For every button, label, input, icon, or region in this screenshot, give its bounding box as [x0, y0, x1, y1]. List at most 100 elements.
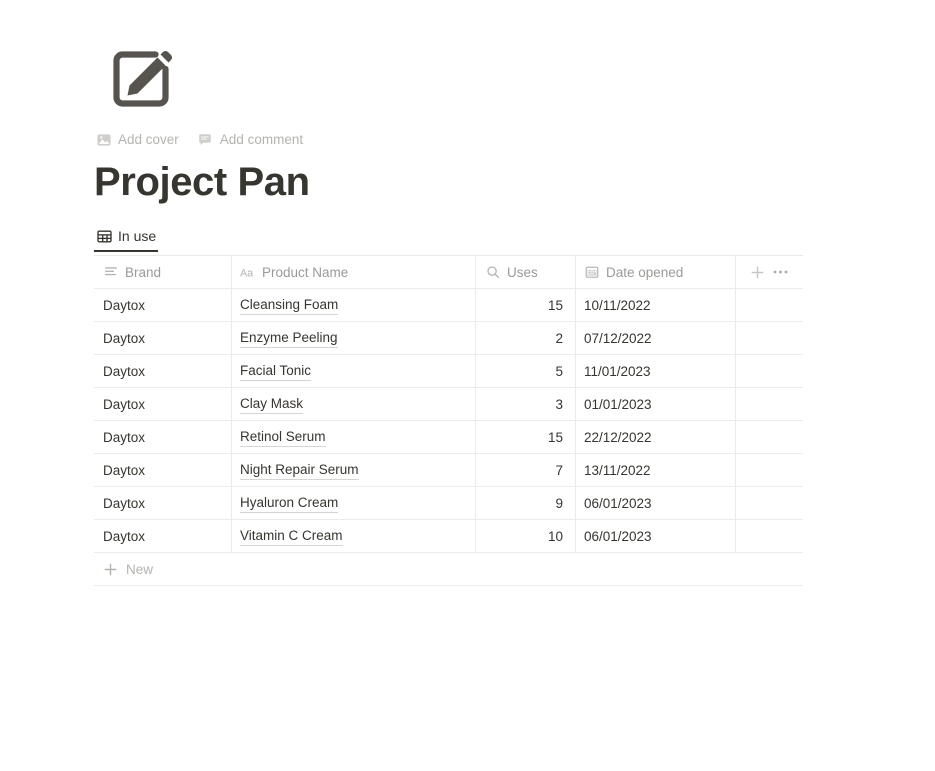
cell-product-name-link[interactable]: Clay Mask	[240, 395, 304, 414]
page-title[interactable]: Project Pan	[94, 158, 310, 206]
cell-product-name-link[interactable]: Hyaluron Cream	[240, 494, 339, 513]
cell-row-actions[interactable]	[736, 454, 803, 486]
cell-row-actions[interactable]	[736, 388, 803, 420]
cell-brand[interactable]: Daytox	[94, 289, 232, 321]
add-cover-button[interactable]: Add cover	[96, 130, 179, 150]
magnifier-icon	[485, 265, 500, 280]
add-column-button[interactable]	[749, 264, 765, 280]
plus-icon	[103, 562, 118, 577]
column-header-date-opened[interactable]: Date opened	[576, 256, 736, 288]
table-row[interactable]: Daytox Facial Tonic 5 11/01/2023	[94, 355, 803, 388]
cell-uses[interactable]: 10	[476, 520, 576, 552]
cell-product-name[interactable]: Vitamin C Cream	[232, 520, 476, 552]
table-row[interactable]: Daytox Vitamin C Cream 10 06/01/2023	[94, 520, 803, 553]
column-header-date-opened-label: Date opened	[606, 264, 684, 280]
ellipsis-icon[interactable]	[772, 264, 788, 280]
cell-brand-text: Daytox	[103, 363, 146, 379]
cell-row-actions[interactable]	[736, 289, 803, 321]
cell-brand-text: Daytox	[103, 297, 146, 313]
image-icon	[96, 133, 111, 148]
cell-product-name[interactable]: Night Repair Serum	[232, 454, 476, 486]
cell-product-name[interactable]: Retinol Serum	[232, 421, 476, 453]
cell-uses[interactable]: 2	[476, 322, 576, 354]
table-row[interactable]: Daytox Enzyme Peeling 2 07/12/2022	[94, 322, 803, 355]
tab-in-use[interactable]: In use	[94, 222, 159, 252]
cell-date-opened[interactable]: 06/01/2023	[576, 487, 736, 519]
cell-uses[interactable]: 5	[476, 355, 576, 387]
column-header-product-name[interactable]: Aa Product Name	[232, 256, 476, 288]
cell-date-opened-text: 10/11/2022	[584, 297, 651, 313]
cell-product-name-link[interactable]: Night Repair Serum	[240, 461, 359, 480]
cell-date-opened[interactable]: 07/12/2022	[576, 322, 736, 354]
table-row[interactable]: Daytox Hyaluron Cream 9 06/01/2023	[94, 487, 803, 520]
column-header-uses[interactable]: Uses	[476, 256, 576, 288]
cell-date-opened[interactable]: 22/12/2022	[576, 421, 736, 453]
cell-uses-text: 5	[555, 363, 563, 379]
cell-uses-text: 15	[547, 429, 563, 445]
cell-row-actions[interactable]	[736, 520, 803, 552]
cell-brand-text: Daytox	[103, 495, 146, 511]
cell-date-opened[interactable]: 01/01/2023	[576, 388, 736, 420]
column-header-brand[interactable]: Brand	[94, 256, 232, 288]
calendar-icon	[584, 265, 599, 280]
cell-row-actions[interactable]	[736, 355, 803, 387]
cell-product-name[interactable]: Hyaluron Cream	[232, 487, 476, 519]
cell-product-name-link[interactable]: Retinol Serum	[240, 428, 326, 447]
cell-brand-text: Daytox	[103, 330, 146, 346]
cell-uses[interactable]: 7	[476, 454, 576, 486]
cell-uses[interactable]: 9	[476, 487, 576, 519]
cell-date-opened[interactable]: 13/11/2022	[576, 454, 736, 486]
new-row-button[interactable]: New	[94, 553, 803, 586]
table-row[interactable]: Daytox Retinol Serum 15 22/12/2022	[94, 421, 803, 454]
view-tabs: In use	[94, 222, 159, 255]
cell-brand[interactable]: Daytox	[94, 388, 232, 420]
cell-date-opened-text: 13/11/2022	[584, 462, 651, 478]
cell-product-name[interactable]: Cleansing Foam	[232, 289, 476, 321]
add-comment-button[interactable]: Add comment	[198, 130, 303, 150]
cell-uses-text: 10	[547, 528, 563, 544]
cell-uses[interactable]: 15	[476, 289, 576, 321]
cell-brand[interactable]: Daytox	[94, 520, 232, 552]
add-cover-label: Add cover	[118, 132, 179, 147]
cell-brand[interactable]: Daytox	[94, 355, 232, 387]
tab-in-use-label: In use	[118, 228, 157, 244]
database-table: Brand Aa Product Name Uses Date opened D…	[94, 255, 803, 586]
table-row[interactable]: Daytox Night Repair Serum 7 13/11/2022	[94, 454, 803, 487]
cell-row-actions[interactable]	[736, 322, 803, 354]
text-lines-icon	[103, 265, 118, 280]
page-meta-actions: Add cover Add comment	[96, 130, 303, 150]
cell-uses-text: 15	[547, 297, 563, 313]
cell-product-name-link[interactable]: Cleansing Foam	[240, 296, 339, 315]
table-row[interactable]: Daytox Cleansing Foam 15 10/11/2022	[94, 289, 803, 322]
cell-product-name-link[interactable]: Vitamin C Cream	[240, 527, 343, 546]
cell-row-actions[interactable]	[736, 421, 803, 453]
cell-uses-text: 9	[555, 495, 563, 511]
cell-brand-text: Daytox	[103, 396, 146, 412]
memo-pencil-icon[interactable]	[105, 41, 179, 115]
cell-uses[interactable]: 3	[476, 388, 576, 420]
cell-uses[interactable]: 15	[476, 421, 576, 453]
cell-date-opened-text: 07/12/2022	[584, 330, 652, 346]
cell-brand[interactable]: Daytox	[94, 454, 232, 486]
cell-brand-text: Daytox	[103, 528, 146, 544]
cell-product-name[interactable]: Enzyme Peeling	[232, 322, 476, 354]
cell-row-actions[interactable]	[736, 487, 803, 519]
cell-date-opened[interactable]: 11/01/2023	[576, 355, 736, 387]
cell-date-opened-text: 11/01/2023	[584, 363, 651, 379]
table-row[interactable]: Daytox Clay Mask 3 01/01/2023	[94, 388, 803, 421]
column-header-brand-label: Brand	[125, 264, 162, 280]
cell-product-name-link[interactable]: Facial Tonic	[240, 362, 312, 381]
cell-brand[interactable]: Daytox	[94, 487, 232, 519]
cell-date-opened-text: 06/01/2023	[584, 495, 652, 511]
cell-date-opened[interactable]: 06/01/2023	[576, 520, 736, 552]
cell-product-name-link[interactable]: Enzyme Peeling	[240, 329, 338, 348]
column-header-product-name-label: Product Name	[262, 264, 349, 280]
table-header-actions	[736, 256, 803, 288]
cell-brand[interactable]: Daytox	[94, 322, 232, 354]
cell-uses-text: 2	[555, 330, 563, 346]
cell-product-name[interactable]: Clay Mask	[232, 388, 476, 420]
cell-date-opened[interactable]: 10/11/2022	[576, 289, 736, 321]
cell-brand[interactable]: Daytox	[94, 421, 232, 453]
svg-text:Aa: Aa	[240, 267, 253, 279]
cell-product-name[interactable]: Facial Tonic	[232, 355, 476, 387]
